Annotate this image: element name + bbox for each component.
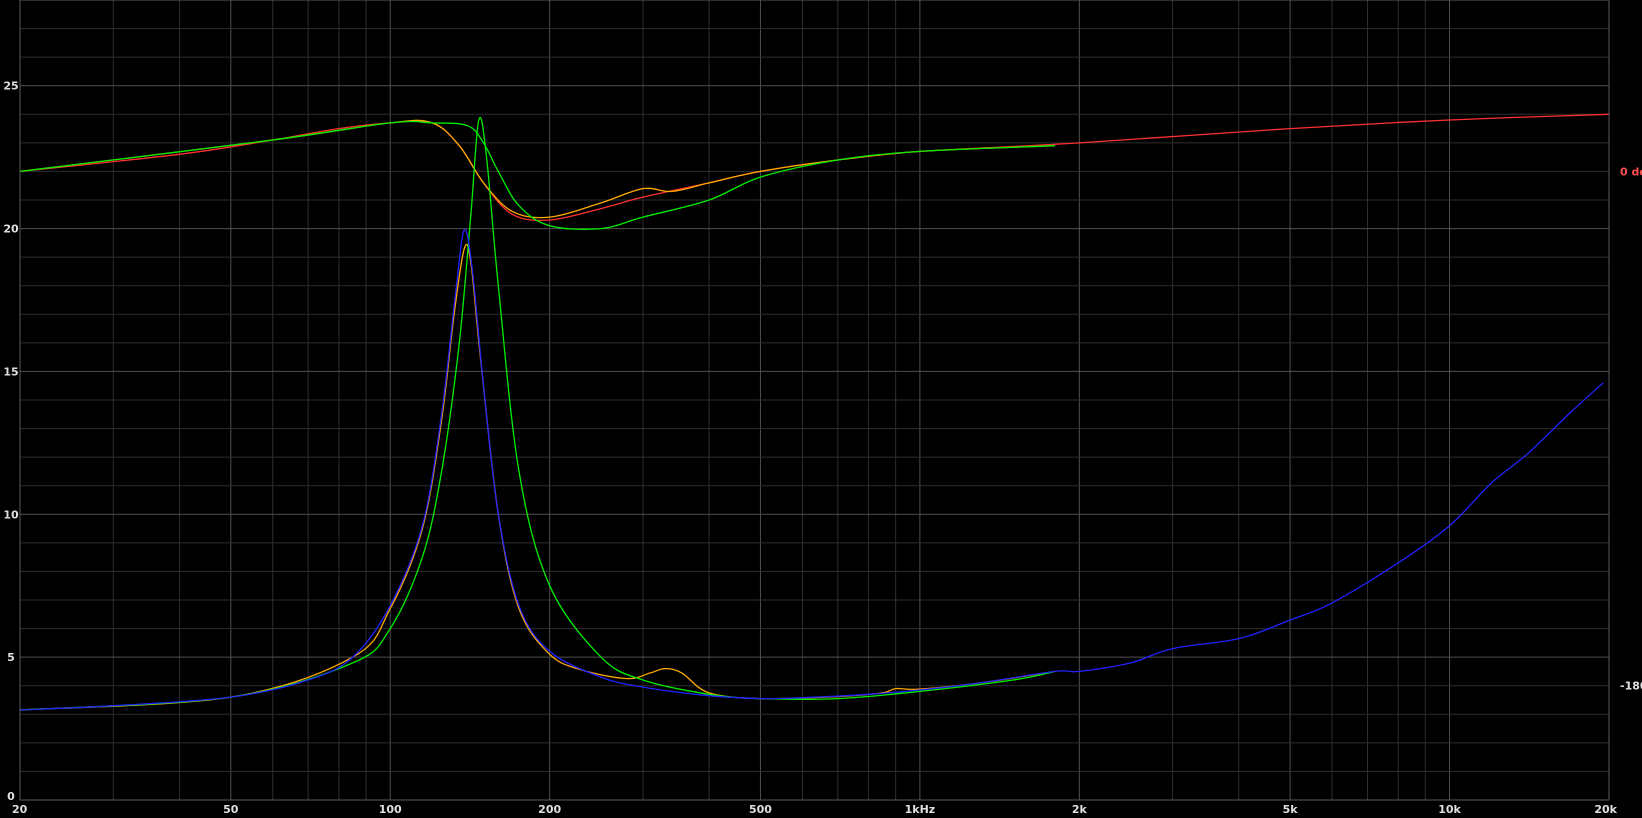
x-tick-label: 100 [379, 803, 402, 816]
y-tick-label: 10 [3, 508, 19, 521]
x-tick-label: 20 [12, 803, 28, 816]
y-tick-label: 15 [3, 365, 18, 378]
x-tick-label: 200 [538, 803, 561, 816]
y-tick-label: 5 [7, 651, 15, 664]
right-axis-label: -180 [1620, 680, 1642, 693]
x-tick-label: 10k [1438, 803, 1461, 816]
x-tick-label: 20k [1594, 803, 1617, 816]
x-tick-label: 1kHz [905, 803, 936, 816]
y-tick-label: 0 [7, 790, 15, 803]
y-tick-label: 25 [3, 80, 18, 93]
right-axis-label: 0 deg [1620, 165, 1642, 178]
x-tick-label: 5k [1283, 803, 1299, 816]
x-tick-label: 2k [1072, 803, 1088, 816]
x-tick-label: 500 [749, 803, 772, 816]
impedance-chart: 20 50 100 200 500 1kHz 2k 5k 10k 20k 0 5 10 15 20 25 0 d… [0, 0, 1642, 818]
y-tick-label: 20 [3, 223, 19, 236]
x-tick-label: 50 [223, 803, 239, 816]
